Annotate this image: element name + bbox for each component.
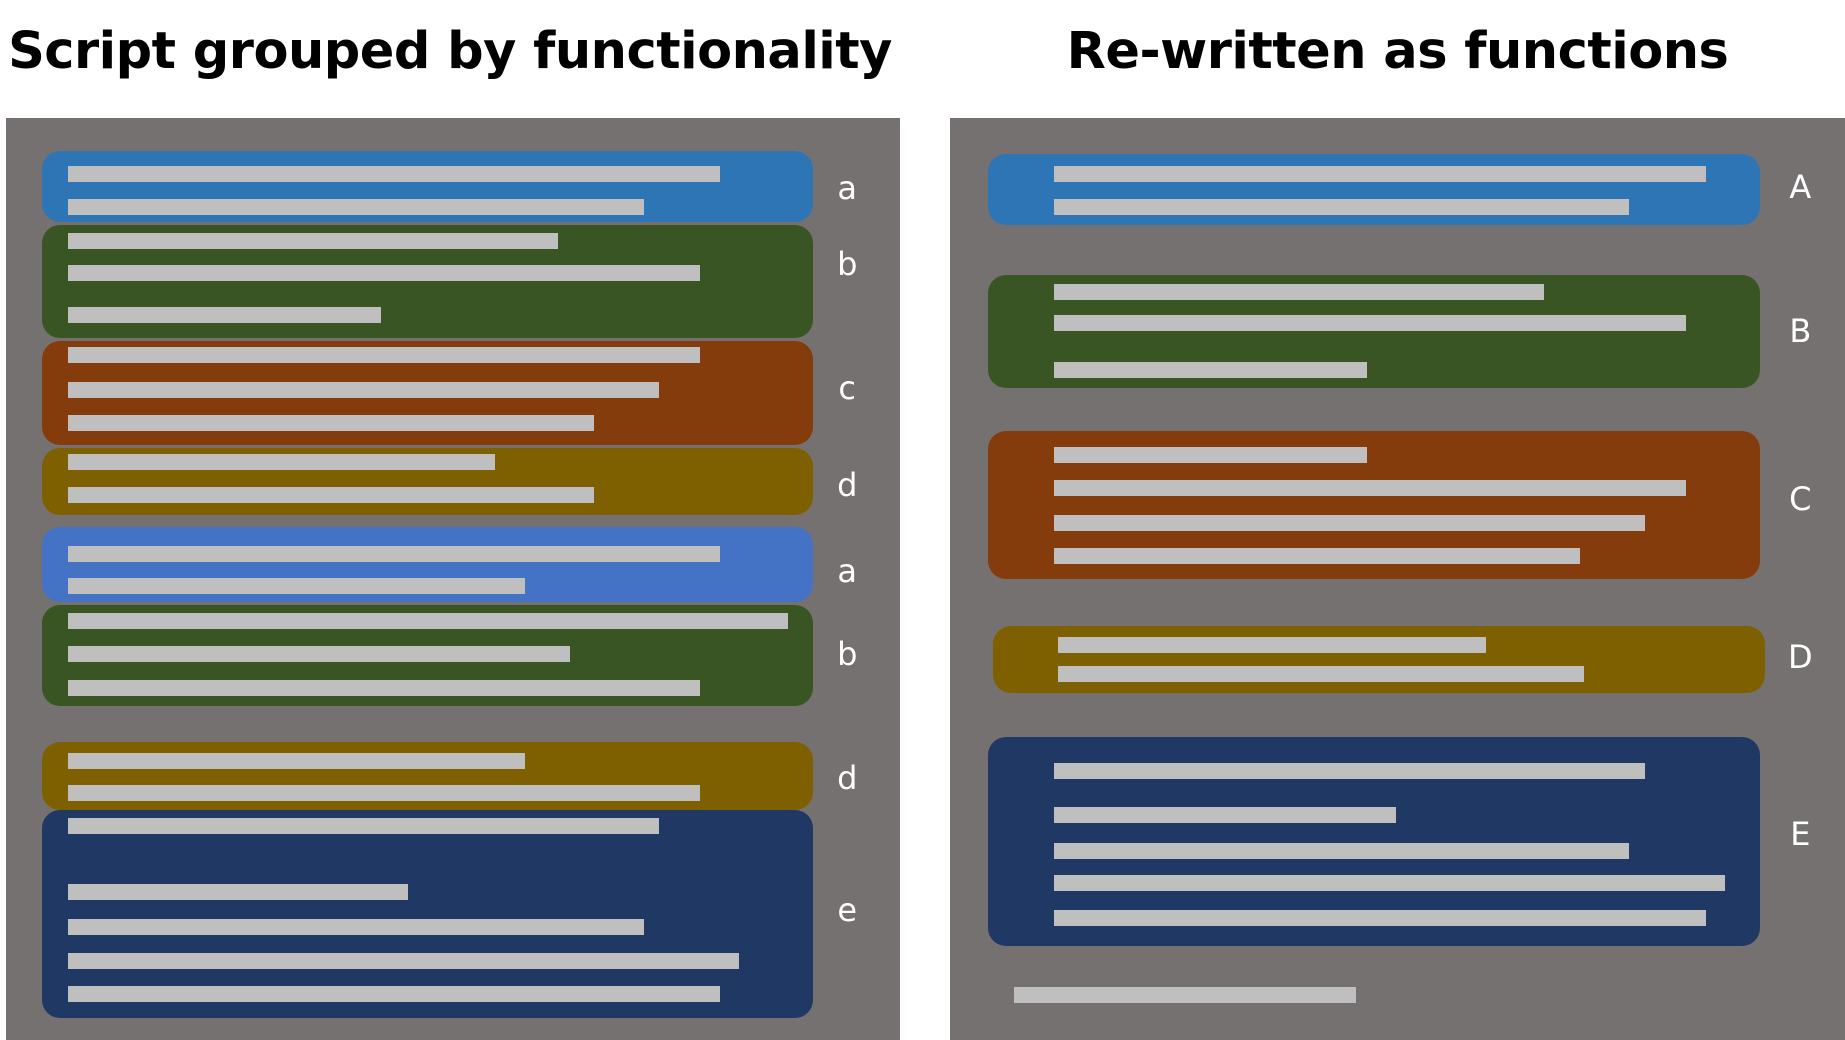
code-line: [68, 232, 558, 249]
code-line: [1054, 875, 1726, 892]
code-line: [68, 347, 701, 364]
right-block-label: E: [1790, 815, 1811, 854]
code-line: [68, 646, 570, 662]
code-line: [1054, 447, 1368, 464]
code-line: [1014, 987, 1356, 1004]
code-line: [68, 487, 595, 504]
code-line: [68, 953, 739, 970]
code-line: [1057, 666, 1584, 682]
code-line: [68, 198, 644, 215]
code-line: [68, 613, 789, 630]
code-line: [68, 753, 525, 770]
right-title: Re-written as functions: [1066, 22, 1729, 81]
code-line: [68, 382, 659, 399]
code-line: [68, 545, 721, 562]
right-block-label: D: [1788, 637, 1813, 676]
left-block-label: b: [837, 244, 858, 283]
right-block-label: C: [1789, 479, 1812, 518]
code-line: [1057, 636, 1487, 653]
code-line: [68, 307, 382, 324]
left-block-label: a: [837, 551, 858, 590]
code-line: [1054, 909, 1707, 926]
code-line: [68, 883, 409, 900]
code-line: [1054, 842, 1629, 859]
code-line: [68, 415, 595, 432]
code-line: [68, 454, 496, 471]
left-block-label: a: [837, 169, 858, 208]
left-block-label: e: [837, 890, 858, 929]
code-line: [68, 919, 644, 935]
code-line: [68, 165, 721, 182]
left-title: Script grouped by functionality: [8, 22, 892, 81]
code-line: [68, 817, 659, 834]
code-line: [1054, 362, 1368, 379]
code-line: [68, 680, 701, 697]
code-line: [1054, 165, 1707, 182]
left-block-label: d: [837, 758, 858, 797]
code-line: [1054, 807, 1396, 824]
code-line: [1054, 548, 1581, 565]
code-line: [1054, 198, 1629, 215]
left-block-label: c: [838, 369, 857, 408]
left-block-label: b: [837, 635, 858, 674]
left-block-label: d: [837, 465, 858, 504]
right-block-label: B: [1789, 311, 1812, 350]
code-line: [68, 577, 525, 594]
code-line: [1054, 515, 1646, 532]
code-line: [1054, 315, 1687, 332]
code-line: [1054, 480, 1687, 497]
code-line: [1054, 762, 1646, 779]
code-line: [68, 784, 701, 801]
code-line: [68, 264, 701, 281]
right-block-label: A: [1789, 168, 1812, 207]
code-line: [1054, 283, 1544, 300]
code-line: [68, 986, 721, 1003]
